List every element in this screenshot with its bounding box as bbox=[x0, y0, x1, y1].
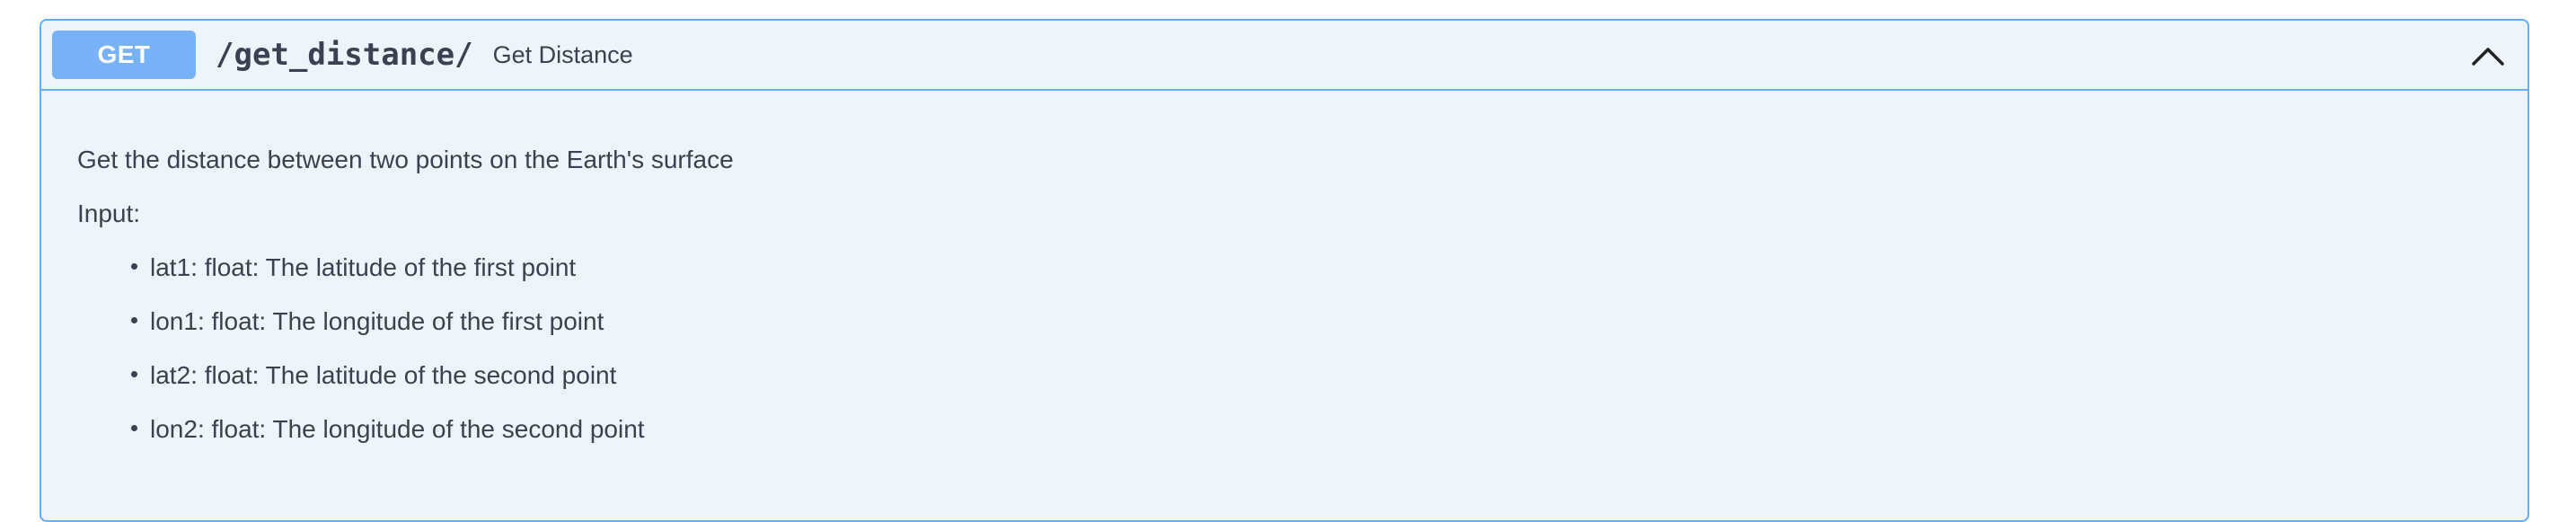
description-text: Get the distance between two points on t… bbox=[77, 146, 734, 173]
list-item: lat2: float: The latitude of the second … bbox=[131, 361, 616, 390]
param-text: lon2: float: The longitude of the second… bbox=[150, 415, 645, 443]
endpoint-path[interactable]: /get_distance/ bbox=[216, 37, 473, 73]
input-label: Input: bbox=[77, 199, 141, 227]
method-badge[interactable]: GET bbox=[52, 31, 196, 79]
chevron-up-icon[interactable] bbox=[2470, 39, 2506, 75]
bullet-icon bbox=[131, 317, 137, 324]
param-text: lon1: float: The longitude of the first … bbox=[150, 307, 604, 335]
bullet-icon bbox=[131, 263, 137, 270]
endpoint-block: GET /get_distance/ Get Distance Get the … bbox=[40, 19, 2529, 522]
param-text: lat1: float: The latitude of the first p… bbox=[150, 253, 577, 281]
list-item: lat1: float: The latitude of the first p… bbox=[131, 253, 576, 282]
list-item: lon1: float: The longitude of the first … bbox=[131, 307, 604, 336]
bullet-icon bbox=[131, 371, 137, 378]
list-item: lon2: float: The longitude of the second… bbox=[131, 415, 645, 444]
endpoint-summary[interactable]: GET /get_distance/ Get Distance bbox=[41, 21, 2527, 91]
endpoint-summary-text[interactable]: Get Distance bbox=[493, 41, 633, 69]
bullet-icon bbox=[131, 425, 137, 432]
param-text: lat2: float: The latitude of the second … bbox=[150, 361, 617, 389]
